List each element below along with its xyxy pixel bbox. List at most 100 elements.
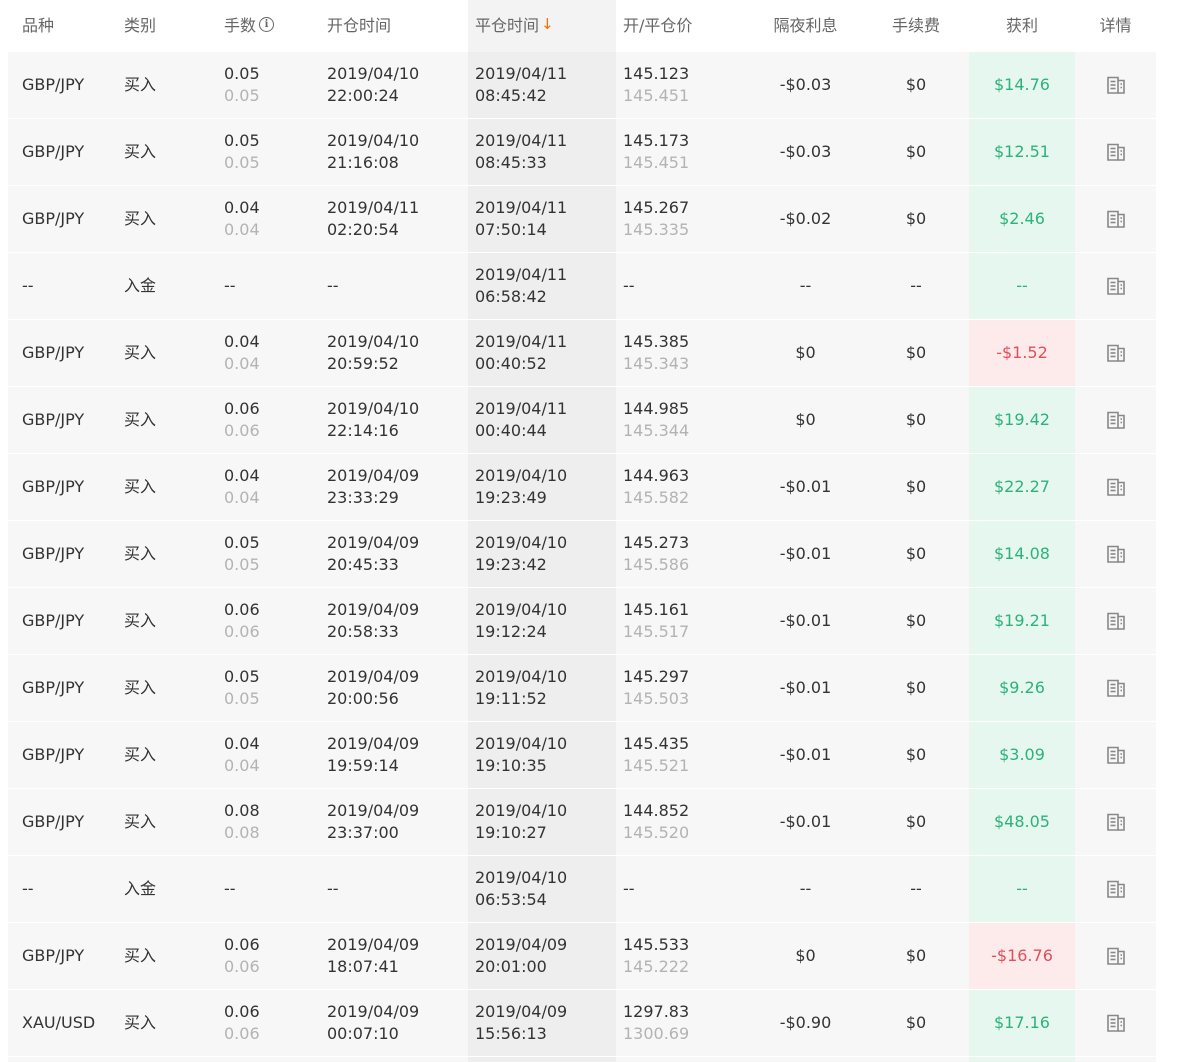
close-price-value: 145.521 [623,756,690,775]
profit-cell: $22.27 [969,454,1075,520]
swap-cell: $0 [748,320,863,386]
open-time-cell: 2019/04/09 23:33:29 [313,454,468,520]
lots-value: -- [224,276,236,295]
swap-cell: $0 [748,387,863,453]
header-detail: 详情 [1075,0,1156,52]
close-date-value: 2019/04/11 [475,131,568,150]
type-value: 买入 [124,343,157,362]
type-cell: 入金 [110,253,210,319]
close-date-value: 2019/04/10 [475,466,568,485]
close-time-value: 20:01:00 [475,957,547,976]
type-cell: 入金 [110,856,210,922]
open-date-value: 2019/04/11 [327,198,420,217]
open-price-value: -- [623,879,635,898]
header-close-time[interactable]: 平仓时间 ↓ [468,0,616,52]
lots-cell: 0.04 0.04 [210,722,313,788]
symbol-cell: GBP/JPY [8,454,110,520]
document-icon[interactable] [1105,677,1127,699]
document-icon[interactable] [1105,1012,1127,1034]
document-icon[interactable] [1105,208,1127,230]
open-date-value: 2019/04/09 [327,734,420,753]
close-date-value: 2019/04/10 [475,734,568,753]
detail-cell [1075,253,1156,319]
type-cell: 买入 [110,186,210,252]
header-swap: 隔夜利息 [748,0,863,52]
close-date-value: 2019/04/09 [475,935,568,954]
detail-cell [1075,655,1156,721]
document-icon[interactable] [1105,409,1127,431]
open-time-value: 20:45:33 [327,555,399,574]
header-price: 开/平仓价 [616,0,748,52]
fee-cell: $0 [863,387,969,453]
header-symbol: 品种 [8,0,110,52]
swap-value: -$0.01 [779,678,832,697]
swap-value: $0 [795,410,816,429]
document-icon[interactable] [1105,342,1127,364]
detail-cell [1075,521,1156,587]
open-price-value: 145.273 [623,533,690,552]
open-time-value: 21:16:08 [327,153,399,172]
symbol-value: GBP/JPY [22,75,85,94]
open-time-cell: 2019/04/11 02:20:54 [313,186,468,252]
swap-cell: -- [748,856,863,922]
header-fee: 手续费 [863,0,969,52]
open-price-value: 1297.83 [623,1002,690,1021]
table-body: GBP/JPY 买入 0.05 0.05 2019/04/10 22:00:24 2019/… [8,52,1156,1057]
close-price-value: 145.335 [623,220,690,239]
open-time-value: 18:07:41 [327,957,399,976]
open-time-cell: 2019/04/09 00:07:10 [313,990,468,1056]
fee-cell: $0 [863,186,969,252]
table-row: GBP/JPY 买入 0.06 0.06 2019/04/09 18:07:41 2019/… [8,923,1156,990]
document-icon[interactable] [1105,74,1127,96]
open-time-cell: 2019/04/10 22:14:16 [313,387,468,453]
close-date-value: 2019/04/10 [475,868,568,887]
document-icon[interactable] [1105,543,1127,565]
fee-value: $0 [905,209,927,228]
table-row: GBP/JPY 买入 0.04 0.04 2019/04/11 02:20:54 2019/… [8,186,1156,253]
close-date-value: 2019/04/10 [475,667,568,686]
swap-cell: -$0.01 [748,454,863,520]
open-time-value: 20:58:33 [327,622,399,641]
document-icon[interactable] [1105,610,1127,632]
close-time-value: 19:12:24 [475,622,547,641]
profit-cell: $12.51 [969,119,1075,185]
type-cell: 买入 [110,789,210,855]
swap-value: $0 [795,946,816,965]
close-date-value: 2019/04/10 [475,533,568,552]
close-date-value: 2019/04/11 [475,332,568,351]
lots-closed-value: 0.06 [224,421,260,440]
open-date-value: 2019/04/10 [327,64,420,83]
info-icon[interactable]: i [259,16,275,32]
type-cell: 买入 [110,119,210,185]
fee-cell: $0 [863,320,969,386]
symbol-value: GBP/JPY [22,209,85,228]
document-icon[interactable] [1105,878,1127,900]
symbol-cell: GBP/JPY [8,655,110,721]
document-icon[interactable] [1105,476,1127,498]
profit-value: $14.08 [994,544,1050,563]
document-icon[interactable] [1105,744,1127,766]
table-row: GBP/JPY 买入 0.04 0.04 2019/04/09 23:33:29 2019/… [8,454,1156,521]
swap-cell: -$0.03 [748,52,863,118]
lots-cell: 0.05 0.05 [210,655,313,721]
price-cell: 145.161 145.517 [616,588,748,654]
document-icon[interactable] [1105,811,1127,833]
price-cell: 144.852 145.520 [616,789,748,855]
open-time-cell: 2019/04/09 20:45:33 [313,521,468,587]
swap-value: -$0.02 [779,209,832,228]
profit-value: $19.21 [994,611,1050,630]
open-price-value: 145.123 [623,64,690,83]
type-value: 买入 [124,209,157,228]
fee-value: $0 [905,1013,927,1032]
arrow-down-icon[interactable]: ↓ [541,15,554,33]
document-icon[interactable] [1105,141,1127,163]
document-icon[interactable] [1105,945,1127,967]
lots-value: 0.04 [224,466,260,485]
swap-value: -- [799,276,812,295]
open-time-value: 20:59:52 [327,354,399,373]
table-row: -- 入金 -- -- 2019/04/11 06:58:42 -- -- -- -- [8,253,1156,320]
lots-value: 0.05 [224,64,260,83]
header-type-label: 类别 [124,16,157,35]
header-open-time[interactable]: 开仓时间 [313,0,468,52]
document-icon[interactable] [1105,275,1127,297]
